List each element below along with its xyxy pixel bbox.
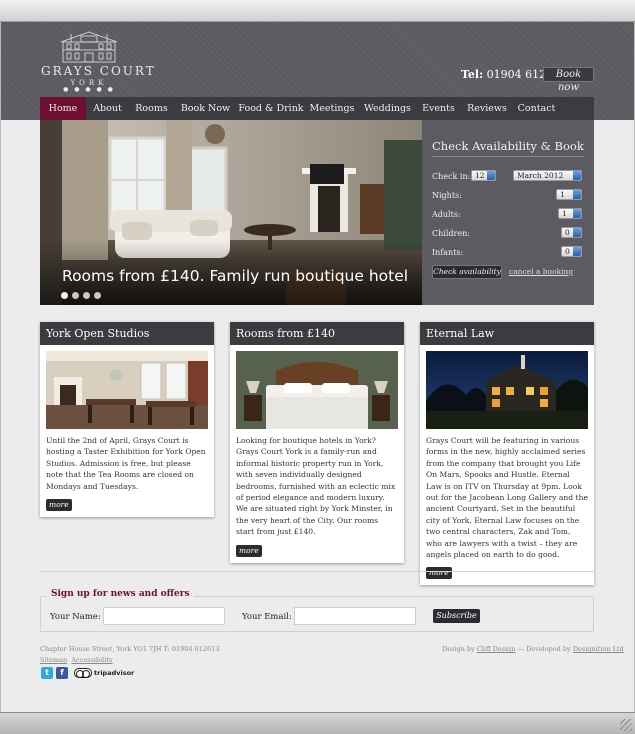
hero-slideshow[interactable]: Rooms from £140. Family run boutique hot… xyxy=(40,120,422,305)
nav-item-food-drink[interactable]: Food & Drink xyxy=(237,97,305,120)
footer-credits: Design by Cliff Design — Developed by De… xyxy=(442,645,624,653)
adults-select[interactable]: 1 xyxy=(558,208,582,219)
nav-item-contact[interactable]: Contact xyxy=(513,97,560,120)
twitter-icon[interactable]: t xyxy=(41,667,53,679)
nav-item-weddings[interactable]: Weddings xyxy=(359,97,416,120)
night-house-photo xyxy=(426,351,588,429)
slide-dot[interactable] xyxy=(61,292,68,299)
card-text: Looking for boutique hotels in York? Gra… xyxy=(236,436,396,537)
booking-panel: Check Availability & Book Check in: 12 M… xyxy=(422,120,594,305)
nav-item-book-now[interactable]: Book Now xyxy=(174,97,237,120)
name-input[interactable] xyxy=(103,607,225,625)
name-label: Your Name: xyxy=(50,612,101,622)
browser-top-bar xyxy=(0,0,635,22)
signup-legend: Sign up for news and offers xyxy=(47,589,194,599)
card-text: Until the 2nd of April, Grays Court is h… xyxy=(46,436,206,491)
children-label: Children: xyxy=(432,229,470,238)
sitemap-link[interactable]: Sitemap xyxy=(40,656,67,664)
news-card: Rooms from £140 Looking for boutique hot… xyxy=(230,322,404,563)
hero-caption: Rooms from £140. Family run boutique hot… xyxy=(62,267,409,285)
newsletter-signup: Sign up for news and offers Your Name: Y… xyxy=(40,589,594,632)
tripadvisor-icon[interactable]: tripadvisor xyxy=(74,668,134,678)
page: GRAYS COURT YORK ● ● ● ● ● Tel: 01904 61… xyxy=(1,22,634,712)
more-button[interactable]: more xyxy=(46,499,72,512)
developer-credit-link[interactable]: Designition Ltd xyxy=(573,645,624,653)
tel-label: Tel: xyxy=(461,68,484,81)
site-header: GRAYS COURT YORK ● ● ● ● ● Tel: 01904 61… xyxy=(1,22,634,120)
news-card: Eternal Law Grays Court will be featurin… xyxy=(420,322,594,586)
slide-indicator xyxy=(61,292,101,299)
dev-prefix: — Developed by xyxy=(517,645,571,653)
select-arrow-icon xyxy=(573,171,581,180)
email-input[interactable] xyxy=(294,607,416,625)
nav-item-events[interactable]: Events xyxy=(416,97,461,120)
infants-select[interactable]: 0 xyxy=(561,246,582,257)
accessibility-link[interactable]: Accessibility xyxy=(71,656,112,664)
card-title[interactable]: Eternal Law xyxy=(420,322,594,345)
checkin-day-value: 12 xyxy=(475,171,485,180)
section-divider xyxy=(40,571,594,572)
select-arrow-icon xyxy=(487,171,495,180)
nav-item-rooms[interactable]: Rooms xyxy=(129,97,174,120)
select-arrow-icon xyxy=(573,228,581,237)
select-arrow-icon xyxy=(573,247,581,256)
booking-divider xyxy=(432,156,584,157)
main-nav: Home About Rooms Book Now Food & Drink Meetin… xyxy=(40,97,594,120)
children-select[interactable]: 0 xyxy=(561,227,582,238)
logo-dots: ● ● ● ● ● xyxy=(63,86,115,93)
design-prefix: Design by xyxy=(442,645,475,653)
card-title[interactable]: York Open Studios xyxy=(40,322,214,345)
adults-value: 1 xyxy=(562,209,567,218)
checkin-month-select[interactable]: March 2012 xyxy=(513,170,582,181)
slide-dot[interactable] xyxy=(83,292,90,299)
checkin-month-value: March 2012 xyxy=(517,171,564,180)
slide-dot[interactable] xyxy=(94,292,101,299)
footer-address: Chapter House Street, York YO1 7JH T: 01… xyxy=(40,645,220,653)
book-now-button[interactable]: Book now xyxy=(543,67,594,93)
nights-label: Nights: xyxy=(432,191,462,200)
booking-title: Check Availability & Book xyxy=(432,139,584,153)
grays-court-logo[interactable]: GRAYS COURT YORK ● ● ● ● ● xyxy=(41,30,156,93)
select-arrow-icon xyxy=(573,209,581,218)
subscribe-button[interactable]: Subscribe xyxy=(433,609,480,623)
tripadvisor-owl-icon xyxy=(74,668,92,678)
infants-value: 0 xyxy=(565,247,570,256)
checkin-label: Check in: xyxy=(432,172,471,181)
children-value: 0 xyxy=(565,228,570,237)
dining-room-photo xyxy=(46,351,208,429)
nav-item-home[interactable]: Home xyxy=(40,97,86,120)
card-text: Grays Court will be featuring in various… xyxy=(426,436,588,560)
design-credit-link[interactable]: Cliff Design xyxy=(477,645,516,653)
nights-value: 1 xyxy=(560,190,565,199)
email-label: Your Email: xyxy=(242,612,292,622)
tripadvisor-label: tripadvisor xyxy=(94,669,135,677)
check-availability-button[interactable]: Check availability xyxy=(432,265,502,279)
more-button[interactable]: more xyxy=(236,544,262,557)
footer-links: Sitemap Accessibility xyxy=(40,656,113,664)
infants-label: Infants: xyxy=(432,248,464,257)
nav-item-about[interactable]: About xyxy=(86,97,129,120)
news-card: York Open Studios Until the 2nd of April… xyxy=(40,322,214,518)
bedroom-photo xyxy=(236,351,398,429)
more-button[interactable]: more xyxy=(426,567,452,580)
cancel-booking-link[interactable]: cancel a booking xyxy=(509,267,573,276)
adults-label: Adults: xyxy=(432,210,461,219)
card-title[interactable]: Rooms from £140 xyxy=(230,322,404,345)
nav-item-meetings[interactable]: Meetings xyxy=(305,97,359,120)
building-logo-icon xyxy=(60,31,118,63)
browser-bottom-bar xyxy=(0,712,635,734)
resize-grip-icon[interactable] xyxy=(620,719,632,731)
checkin-day-select[interactable]: 12 xyxy=(471,170,496,181)
social-links: t f tripadvisor xyxy=(41,667,134,679)
logo-name: GRAYS COURT xyxy=(41,64,156,78)
slide-dot[interactable] xyxy=(72,292,79,299)
facebook-icon[interactable]: f xyxy=(56,667,68,679)
select-arrow-icon xyxy=(573,190,581,199)
nav-item-reviews[interactable]: Reviews xyxy=(461,97,513,120)
nights-select[interactable]: 1 xyxy=(556,189,582,200)
